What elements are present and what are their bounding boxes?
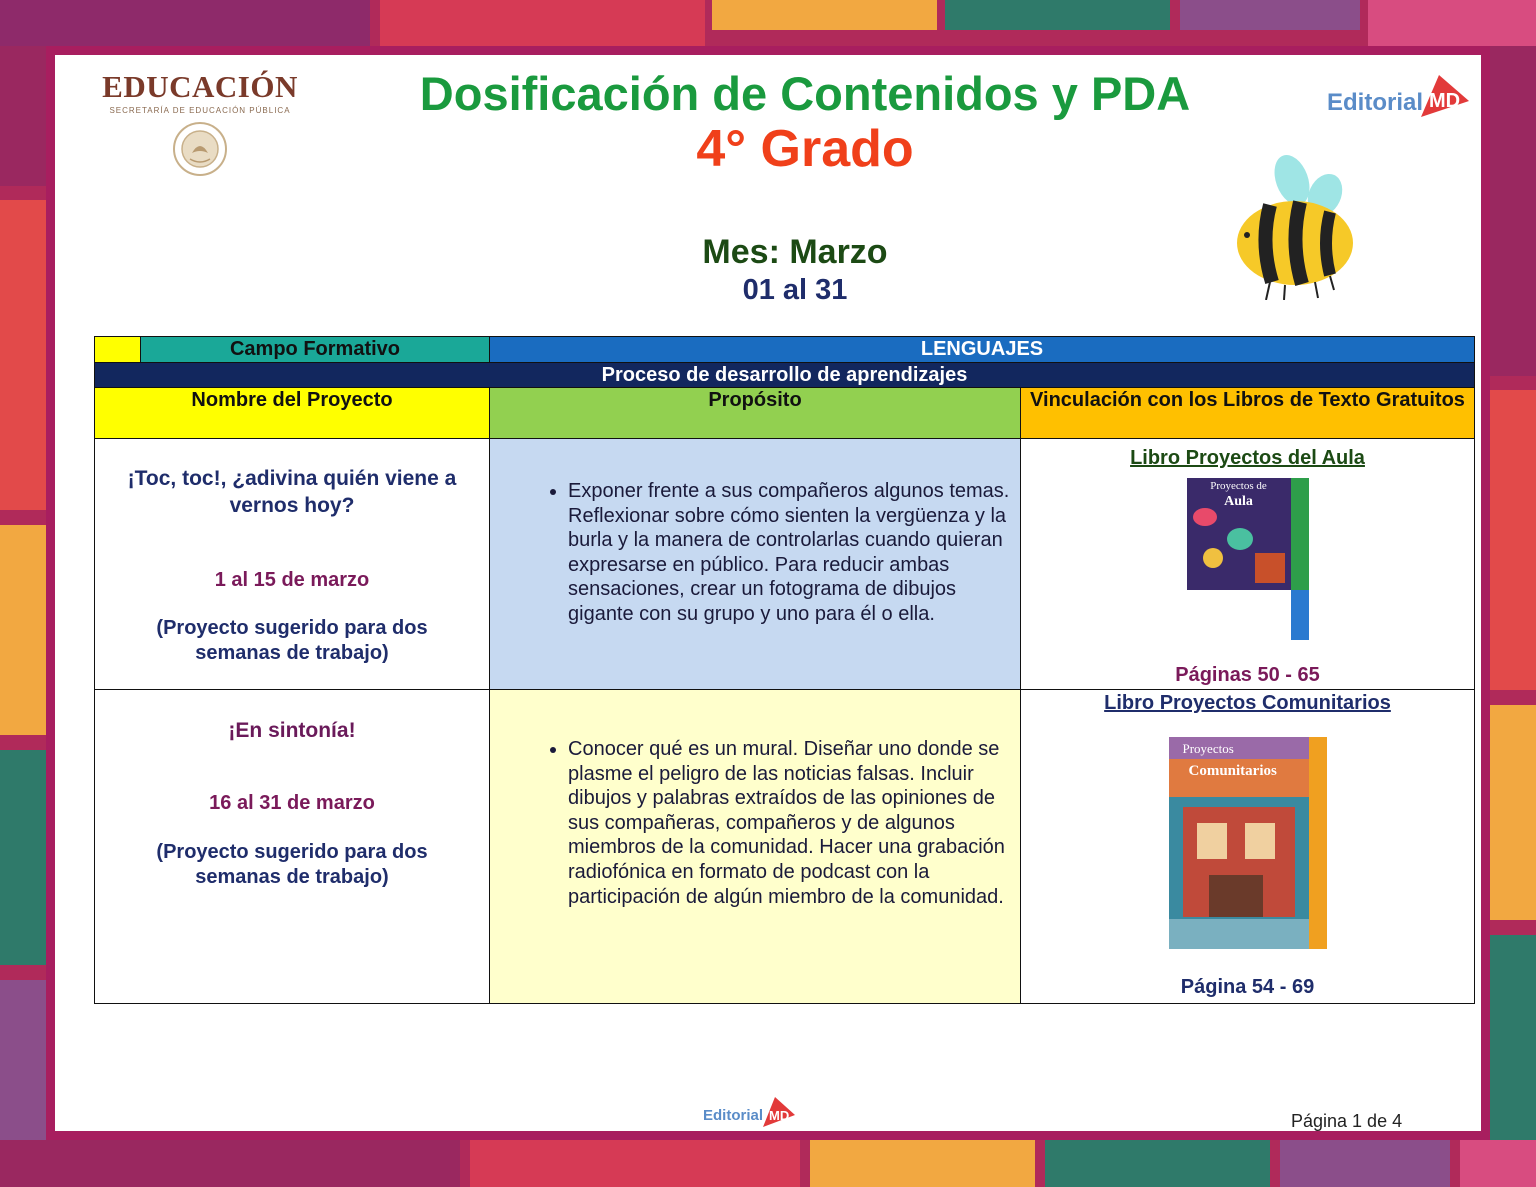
cover-title-large: Comunitarios [1188, 763, 1277, 779]
table-row: ¡Toc, toc!, ¿adivina quién viene a verno… [94, 438, 1475, 690]
month-label: Mes: Marzo [702, 233, 888, 271]
project-name: ¡Toc, toc!, ¿adivina quién viene a verno… [127, 467, 457, 517]
editorial-md-logo: Editorial MD [1325, 69, 1475, 119]
purpose-text: Conocer qué es un mural. Diseñar uno don… [568, 737, 1020, 909]
purpose-cell: Exponer frente a sus compañeros algunos … [489, 438, 1021, 690]
book-cell: Libro Proyectos Comunitarios Proyectos C… [1020, 689, 1475, 1004]
project-name: ¡En sintonía! [228, 719, 356, 742]
page-number: Página 1 de 4 [1291, 1111, 1403, 1131]
book-pages: Páginas 50 - 65 [1175, 664, 1320, 686]
campo-value: LENGUAJES [489, 336, 1475, 363]
book-link[interactable]: Libro Proyectos del Aula [1021, 447, 1474, 470]
book-cover-aula: Proyectos de Aula [1186, 478, 1309, 640]
project-dates: 1 al 15 de marzo [214, 569, 370, 591]
national-seal-icon [173, 122, 227, 176]
book-cover-comunitarios: Proyectos Comunitarios [1168, 737, 1327, 949]
cover-title-large: Aula [1224, 494, 1253, 509]
book-link[interactable]: Libro Proyectos Comunitarios [1021, 692, 1474, 715]
document-frame: EDUCACIÓN SECRETARÍA DE EDUCACIÓN PÚBLIC… [46, 46, 1490, 1140]
content-table: Campo Formativo LENGUAJES Proceso de des… [94, 336, 1475, 1004]
table-row: ¡En sintonía! 16 al 31 de marzo (Proyect… [94, 689, 1475, 1004]
ministry-name: EDUCACIÓN [102, 69, 298, 104]
process-header: Proceso de desarrollo de aprendizajes [94, 362, 1475, 388]
title-block: Dosificación de Contenidos y PDA 4° Grad… [385, 67, 1225, 179]
sep-logo: EDUCACIÓN SECRETARÍA DE EDUCACIÓN PÚBLIC… [95, 69, 305, 184]
purpose-cell: Conocer qué es un mural. Diseñar uno don… [489, 689, 1021, 1004]
md-logo-icon: MD [1421, 75, 1469, 117]
page-title: Dosificación de Contenidos y PDA [419, 67, 1191, 120]
purpose-text: Exponer frente a sus compañeros algunos … [568, 479, 1020, 627]
book-pages: Página 54 - 69 [1180, 976, 1315, 998]
publisher-name: Editorial [1327, 89, 1424, 116]
column-header-purpose: Propósito [489, 387, 1021, 439]
column-header-project: Nombre del Proyecto [94, 387, 490, 439]
svg-text:MD: MD [1429, 90, 1460, 112]
document-page: EDUCACIÓN SECRETARÍA DE EDUCACIÓN PÚBLIC… [55, 55, 1481, 1131]
project-note: (Proyecto sugerido para dos semanas de t… [156, 841, 428, 888]
project-cell: ¡En sintonía! 16 al 31 de marzo (Proyect… [94, 689, 490, 1004]
bee-icon [1237, 154, 1353, 300]
project-note: (Proyecto sugerido para dos semanas de t… [156, 617, 428, 664]
ministry-subtitle: SECRETARÍA DE EDUCACIÓN PÚBLICA [109, 106, 291, 115]
footer-md-logo-icon: MD [763, 1097, 795, 1127]
grade-title: 4° Grado [696, 120, 914, 178]
cover-title-small: Proyectos de [1210, 480, 1267, 492]
month-block: Mes: Marzo 01 al 31 [595, 232, 995, 308]
cover-title-small: Proyectos [1182, 741, 1234, 756]
footer-publisher-name: Editorial [703, 1107, 764, 1124]
svg-text:MD: MD [769, 1108, 789, 1123]
book-cell: Libro Proyectos del Aula Proyectos de Au… [1020, 438, 1475, 690]
campo-label: Campo Formativo [140, 336, 490, 363]
campo-color-swatch [94, 336, 141, 363]
column-header-books: Vinculación con los Libros de Texto Grat… [1020, 387, 1475, 439]
date-range: 01 al 31 [742, 274, 848, 306]
project-dates: 16 al 31 de marzo [209, 792, 375, 814]
project-cell: ¡Toc, toc!, ¿adivina quién viene a verno… [94, 438, 490, 690]
footer-editorial-logo: Editorial MD [703, 1095, 803, 1131]
